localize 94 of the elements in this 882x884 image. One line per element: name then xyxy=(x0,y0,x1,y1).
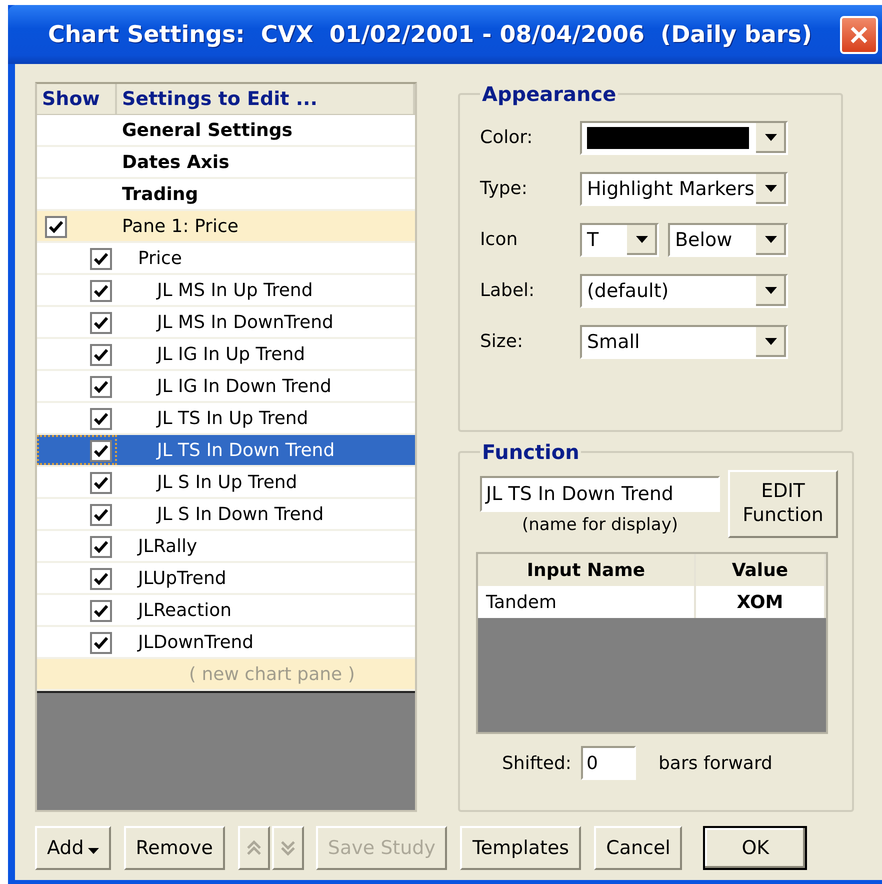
checkbox[interactable] xyxy=(90,248,112,270)
dropdown[interactable]: T xyxy=(580,222,659,256)
dialog-button[interactable]: OK xyxy=(703,826,808,870)
chevron-up-icon xyxy=(244,839,263,857)
item-label: Trading xyxy=(121,184,198,204)
dialog-button[interactable]: Remove xyxy=(124,826,225,870)
dropdown[interactable]: (default) xyxy=(580,274,788,308)
check-icon xyxy=(94,509,108,521)
checkbox[interactable] xyxy=(90,632,112,654)
list-row[interactable]: JLReaction xyxy=(37,595,415,627)
item-label: General Settings xyxy=(121,120,292,140)
list-row[interactable]: General Settings xyxy=(37,115,415,147)
check-icon xyxy=(94,637,108,649)
check-icon xyxy=(94,445,108,457)
field-label: Icon xyxy=(480,229,519,250)
checkbox[interactable] xyxy=(90,504,112,526)
item-label: JL TS In Up Trend xyxy=(155,408,308,428)
window-title: Chart Settings: CVX 01/02/2001 - 08/04/2006 (Daily bars) xyxy=(48,22,812,48)
list-row[interactable]: JL MS In DownTrend xyxy=(37,307,415,339)
dropdown[interactable]: Below xyxy=(668,222,788,256)
item-label: Pane 1: Price xyxy=(121,216,238,236)
list-row[interactable]: Pane 1: Price xyxy=(37,211,415,243)
group-title: Appearance xyxy=(481,82,618,106)
list-row[interactable]: JL S In Up Trend xyxy=(37,467,415,499)
field-label: Label: xyxy=(480,280,536,301)
item-label: JL S In Down Trend xyxy=(155,504,324,524)
check-icon xyxy=(94,541,108,553)
item-label: JL IG In Down Trend xyxy=(155,376,332,396)
item-label: JLReaction xyxy=(136,600,232,620)
item-label: Price xyxy=(137,248,182,268)
list-row[interactable]: JL S In Down Trend xyxy=(37,499,415,531)
dropdown[interactable]: Highlight Markers xyxy=(580,172,788,206)
color-dropdown[interactable] xyxy=(580,120,788,154)
dialog-button[interactable]: Add xyxy=(35,826,111,870)
edit-function-button[interactable]: EDIT Function xyxy=(728,470,838,538)
check-icon xyxy=(94,605,108,617)
list-row[interactable]: JLDownTrend xyxy=(37,627,415,659)
dialog-button[interactable]: Cancel xyxy=(594,826,682,870)
check-icon xyxy=(94,349,108,361)
list-row[interactable]: JLRally xyxy=(37,531,415,563)
list-row[interactable]: Dates Axis xyxy=(37,147,415,179)
checkbox[interactable] xyxy=(90,376,112,398)
item-label: JL TS In Down Trend xyxy=(155,440,335,460)
dialog-button[interactable]: Templates xyxy=(460,826,582,870)
table-cell[interactable]: Tandem xyxy=(478,586,696,618)
list-row[interactable]: JL TS In Down Trend xyxy=(37,435,415,467)
checkbox[interactable] xyxy=(90,344,112,366)
check-icon xyxy=(94,477,108,489)
checkbox[interactable] xyxy=(90,536,112,558)
checkbox[interactable] xyxy=(45,216,67,238)
field-label: Size: xyxy=(480,331,524,352)
list-row[interactable]: JL TS In Up Trend xyxy=(37,403,415,435)
item-label: Dates Axis xyxy=(121,152,230,172)
chevron-down-icon xyxy=(278,839,297,857)
check-icon xyxy=(94,381,108,393)
checkbox[interactable] xyxy=(90,312,112,334)
field-suffix: bars forward xyxy=(658,752,772,774)
check-icon xyxy=(94,317,108,329)
item-label: JL MS In DownTrend xyxy=(155,312,334,332)
field-label: Color: xyxy=(480,127,534,148)
item-label: JL S In Up Trend xyxy=(155,472,298,492)
check-icon xyxy=(49,221,63,233)
check-icon xyxy=(94,573,108,585)
table-cell[interactable]: XOM xyxy=(696,586,826,618)
list-row[interactable]: JL MS In Up Trend xyxy=(37,275,415,307)
checkbox[interactable] xyxy=(90,600,112,622)
check-icon xyxy=(94,253,108,265)
field-label: Type: xyxy=(480,178,528,199)
field-label: Shifted: xyxy=(502,752,572,774)
list-row[interactable]: JLUpTrend xyxy=(37,563,415,595)
close-button[interactable] xyxy=(840,16,878,54)
list-row[interactable]: JL IG In Up Trend xyxy=(37,339,415,371)
name-field[interactable]: JL TS In Down Trend xyxy=(480,476,720,512)
list-row[interactable]: JL IG In Down Trend xyxy=(37,371,415,403)
check-icon xyxy=(94,413,108,425)
item-label: ( new chart pane ) xyxy=(189,664,355,684)
checkbox[interactable] xyxy=(90,280,112,302)
group-title: Function xyxy=(481,440,580,464)
item-label: JL IG In Up Trend xyxy=(155,344,306,364)
item-label: JL MS In Up Trend xyxy=(155,280,313,300)
item-label: JLUpTrend xyxy=(136,568,226,588)
shift-field[interactable]: 0 xyxy=(581,746,636,780)
list-row[interactable]: Price xyxy=(37,243,415,275)
checkbox[interactable] xyxy=(90,472,112,494)
checkbox[interactable] xyxy=(90,440,112,462)
caret-icon xyxy=(88,848,99,854)
check-icon xyxy=(94,285,108,297)
item-label: JLDownTrend xyxy=(136,632,254,652)
checkbox[interactable] xyxy=(90,408,112,430)
item-label: JLRally xyxy=(136,536,198,556)
dropdown[interactable]: Small xyxy=(580,324,788,358)
list-row[interactable]: Trading xyxy=(37,179,415,211)
checkbox[interactable] xyxy=(90,568,112,590)
field-caption: (name for display) xyxy=(522,515,678,535)
